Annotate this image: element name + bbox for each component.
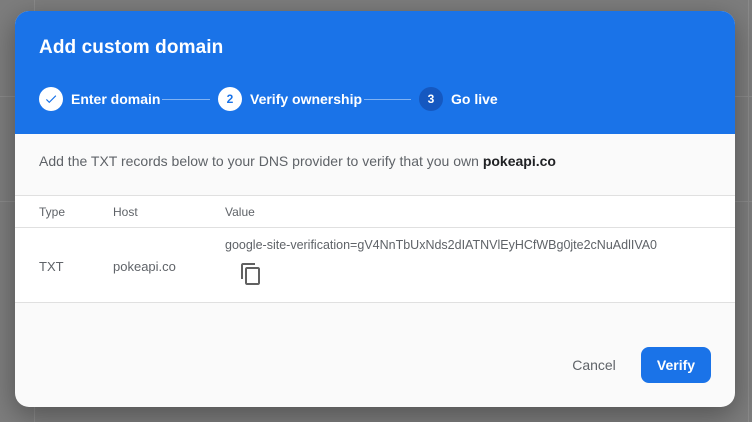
- copy-icon[interactable]: [237, 260, 265, 288]
- step-connector: [162, 99, 210, 100]
- column-header-value: Value: [225, 205, 255, 219]
- cancel-button[interactable]: Cancel: [558, 347, 630, 383]
- step-enter-domain: Enter domain: [39, 87, 160, 111]
- record-host: pokeapi.co: [113, 259, 176, 274]
- table-header: Type Host Value: [15, 196, 735, 228]
- step-label: Verify ownership: [250, 91, 363, 107]
- step-verify-ownership: 2 Verify ownership: [218, 87, 362, 111]
- record-value[interactable]: google-site-verification=gV4NnTbUxNds2dI…: [225, 238, 657, 252]
- check-icon: [39, 87, 63, 111]
- step-label: Go live: [451, 91, 498, 107]
- dialog-header: Add custom domain Enter domain 2 Verify …: [15, 11, 735, 134]
- step-number: 2: [218, 87, 242, 111]
- record-type: TXT: [39, 259, 64, 274]
- column-header-type: Type: [39, 205, 66, 219]
- step-connector: [364, 99, 411, 100]
- step-number: 3: [419, 87, 443, 111]
- dialog-title: Add custom domain: [39, 37, 224, 58]
- verify-button[interactable]: Verify: [641, 347, 711, 383]
- domain-name: pokeapi.co: [482, 153, 556, 169]
- dns-records-table: Type Host Value TXT pokeapi.co google-si…: [15, 195, 735, 303]
- add-custom-domain-dialog: Add custom domain Enter domain 2 Verify …: [15, 11, 735, 407]
- step-go-live: 3 Go live: [419, 87, 498, 111]
- instructions-text: Add the TXT records below to your DNS pr…: [39, 153, 556, 169]
- instructions-body: Add the TXT records below to your DNS pr…: [39, 153, 483, 169]
- step-label: Enter domain: [71, 91, 161, 107]
- column-header-host: Host: [113, 205, 138, 219]
